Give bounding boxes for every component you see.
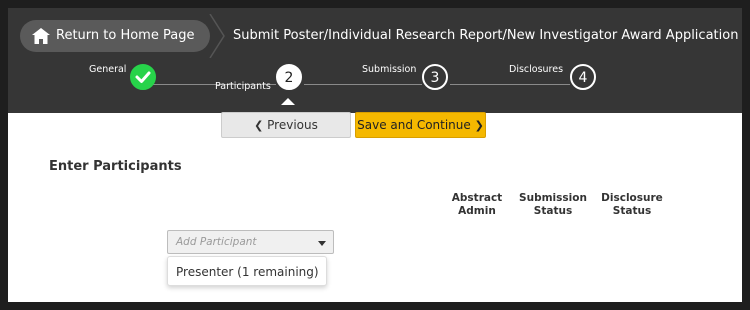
previous-button[interactable]: ❮ Previous — [221, 112, 351, 138]
return-home-button[interactable]: Return to Home Page — [20, 20, 210, 52]
step-connector — [304, 84, 422, 85]
step-disclosures-circle[interactable]: 4 — [570, 64, 596, 90]
step-participants-circle[interactable]: 2 — [276, 64, 302, 90]
step-disclosures-label: Disclosures — [509, 64, 564, 75]
previous-label: Previous — [267, 118, 318, 132]
breadcrumb-separator-icon — [209, 14, 225, 58]
save-and-continue-button[interactable]: Save and Continue ❯ — [355, 112, 486, 138]
header-bar: Return to Home Page Submit Poster/Indivi… — [8, 8, 742, 113]
step-submission-circle[interactable]: 3 — [422, 64, 448, 90]
add-participant-placeholder: Add Participant — [176, 236, 257, 248]
step-general-label: General — [89, 64, 127, 75]
dropdown-option-presenter[interactable]: Presenter (1 remaining) — [168, 257, 326, 287]
return-home-label: Return to Home Page — [56, 28, 195, 43]
page-title: Submit Poster/Individual Research Report… — [233, 28, 739, 43]
column-header-disclosure-status: Disclosure Status — [601, 192, 663, 217]
home-icon — [32, 28, 50, 44]
checkmark-icon — [135, 71, 151, 83]
column-header-submission-status: Submission Status — [519, 192, 587, 217]
participant-dropdown-menu: Presenter (1 remaining) — [167, 256, 327, 286]
chevron-left-icon: ❮ — [254, 119, 264, 132]
save-and-continue-label: Save and Continue — [357, 118, 471, 132]
step-connector — [450, 84, 570, 85]
step-general-complete[interactable] — [130, 64, 156, 90]
chevron-right-icon: ❯ — [474, 119, 484, 132]
active-step-pointer — [281, 98, 295, 105]
step-participants-label: Participants — [215, 81, 271, 92]
add-participant-select[interactable]: Add Participant — [167, 230, 334, 254]
step-submission-label: Submission — [362, 64, 417, 75]
section-heading: Enter Participants — [49, 159, 182, 174]
caret-down-icon — [318, 241, 326, 246]
column-header-abstract-admin: Abstract Admin — [451, 192, 503, 217]
